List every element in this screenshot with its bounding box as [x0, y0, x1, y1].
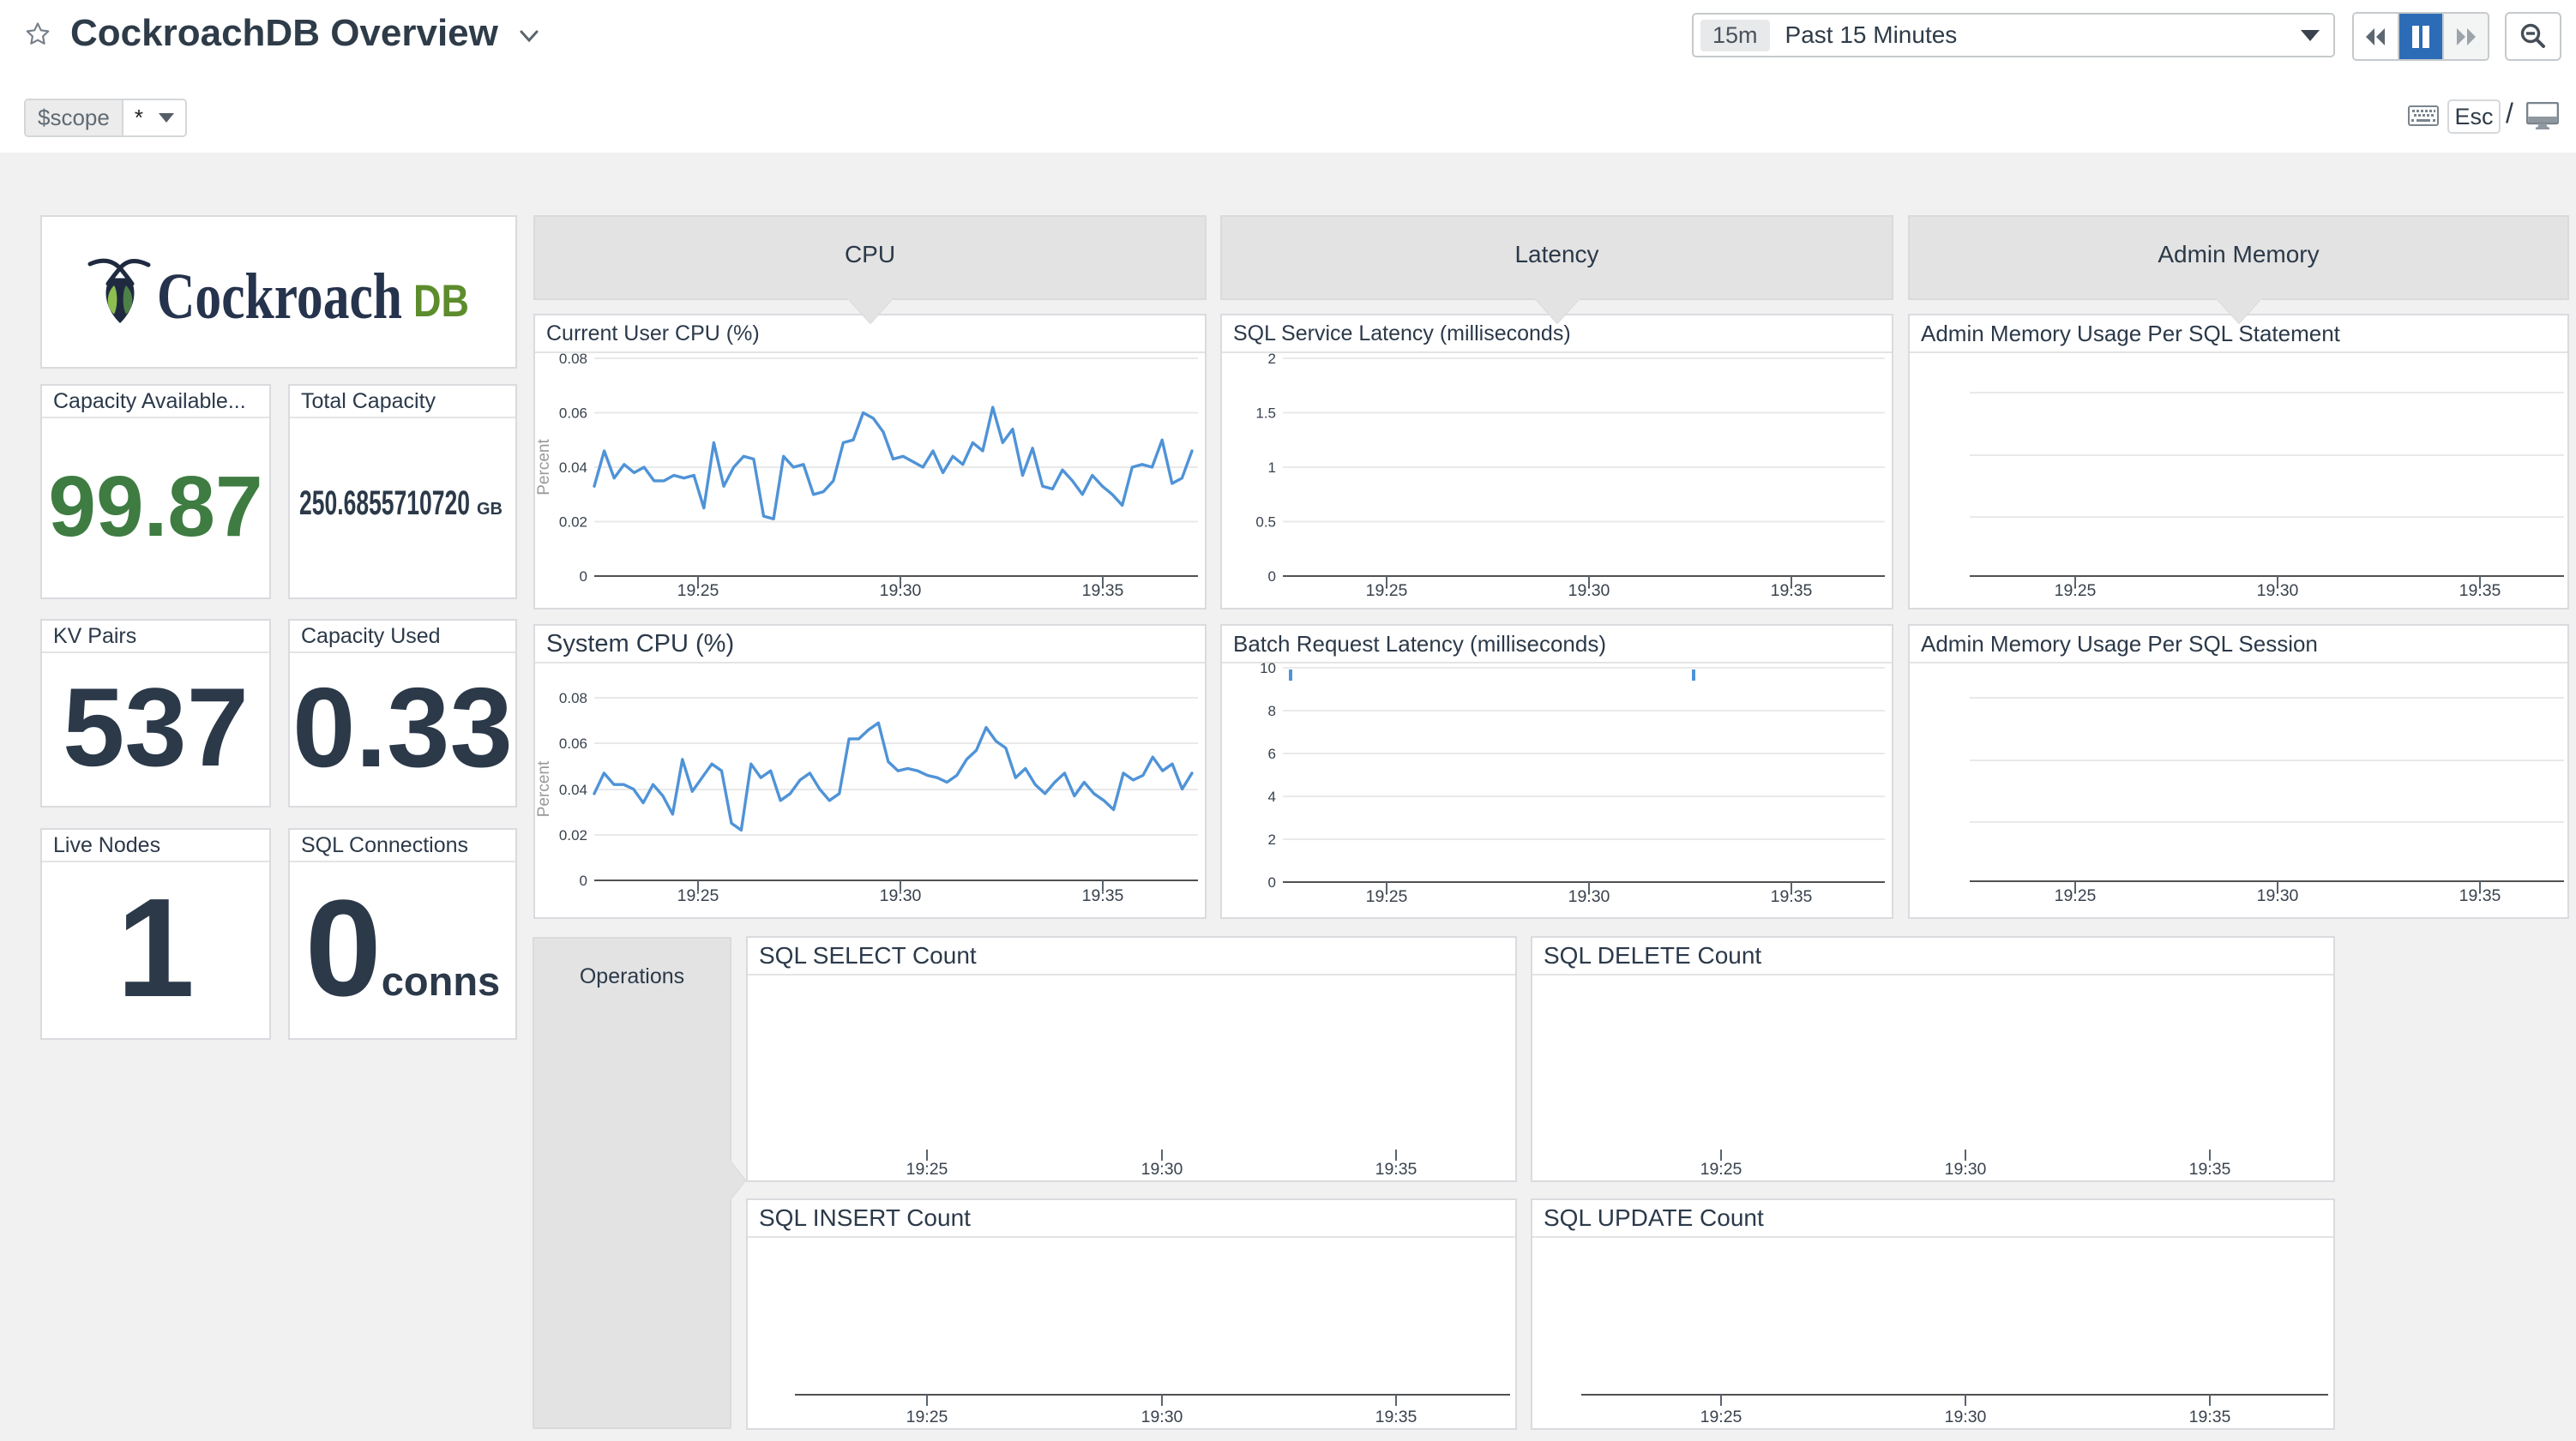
svg-text:10: 10	[1260, 660, 1276, 676]
svg-text:0.02: 0.02	[559, 827, 587, 844]
svg-text:19:30: 19:30	[2257, 581, 2299, 600]
svg-text:0: 0	[580, 568, 587, 585]
svg-text:19:30: 19:30	[1141, 1160, 1183, 1179]
svg-text:Percent: Percent	[535, 439, 553, 495]
svg-text:Cockroach: Cockroach	[157, 261, 402, 332]
svg-text:19:35: 19:35	[1375, 1408, 1417, 1426]
svg-text:1: 1	[1268, 459, 1276, 476]
svg-text:1.5: 1.5	[1255, 405, 1276, 422]
svg-text:19:25: 19:25	[1366, 581, 1408, 600]
svg-text:19:30: 19:30	[1141, 1408, 1183, 1426]
svg-text:8: 8	[1268, 703, 1276, 719]
svg-text:0: 0	[1268, 874, 1276, 891]
svg-text:0.08: 0.08	[559, 690, 587, 706]
svg-text:GB: GB	[477, 500, 503, 519]
svg-text:0.06: 0.06	[559, 405, 587, 422]
svg-text:6: 6	[1268, 746, 1276, 762]
svg-text:0.5: 0.5	[1255, 514, 1276, 531]
svg-text:2: 2	[1268, 351, 1276, 367]
svg-text:0.02: 0.02	[559, 514, 587, 531]
svg-text:19:35: 19:35	[2459, 581, 2501, 600]
svg-text:19:35: 19:35	[2459, 886, 2501, 905]
svg-text:19:30: 19:30	[1568, 581, 1610, 600]
svg-text:250.6855710720: 250.6855710720	[299, 484, 470, 519]
svg-text:4: 4	[1268, 789, 1276, 805]
svg-text:19:30: 19:30	[1945, 1160, 1987, 1179]
svg-text:19:25: 19:25	[906, 1408, 948, 1426]
svg-text:0.06: 0.06	[559, 736, 587, 752]
svg-text:19:25: 19:25	[2055, 886, 2097, 905]
svg-text:19:30: 19:30	[1568, 887, 1610, 906]
svg-text:19:25: 19:25	[906, 1160, 948, 1179]
svg-text:19:25: 19:25	[1700, 1160, 1742, 1179]
svg-text:0: 0	[580, 873, 587, 889]
svg-text:19:30: 19:30	[2257, 886, 2299, 905]
svg-text:19:35: 19:35	[1771, 887, 1813, 906]
svg-text:19:25: 19:25	[2055, 581, 2097, 600]
svg-text:19:35: 19:35	[2189, 1408, 2231, 1426]
svg-text:19:25: 19:25	[677, 581, 719, 600]
svg-text:19:25: 19:25	[677, 886, 719, 905]
svg-text:19:35: 19:35	[1771, 581, 1813, 600]
svg-text:0: 0	[1268, 568, 1276, 585]
svg-text:DB: DB	[413, 276, 469, 327]
svg-text:19:25: 19:25	[1366, 887, 1408, 906]
svg-text:Percent: Percent	[535, 760, 553, 817]
svg-text:0.08: 0.08	[559, 351, 587, 367]
svg-text:0.04: 0.04	[559, 459, 587, 476]
svg-text:19:25: 19:25	[1700, 1408, 1742, 1426]
svg-text:19:35: 19:35	[1375, 1160, 1417, 1179]
svg-text:19:30: 19:30	[880, 886, 922, 905]
svg-text:2: 2	[1268, 832, 1276, 848]
svg-text:19:30: 19:30	[880, 581, 922, 600]
svg-text:0.04: 0.04	[559, 782, 587, 798]
svg-text:19:35: 19:35	[2189, 1160, 2231, 1179]
svg-text:19:30: 19:30	[1945, 1408, 1987, 1426]
svg-text:19:35: 19:35	[1082, 886, 1124, 905]
svg-text:19:35: 19:35	[1082, 581, 1124, 600]
